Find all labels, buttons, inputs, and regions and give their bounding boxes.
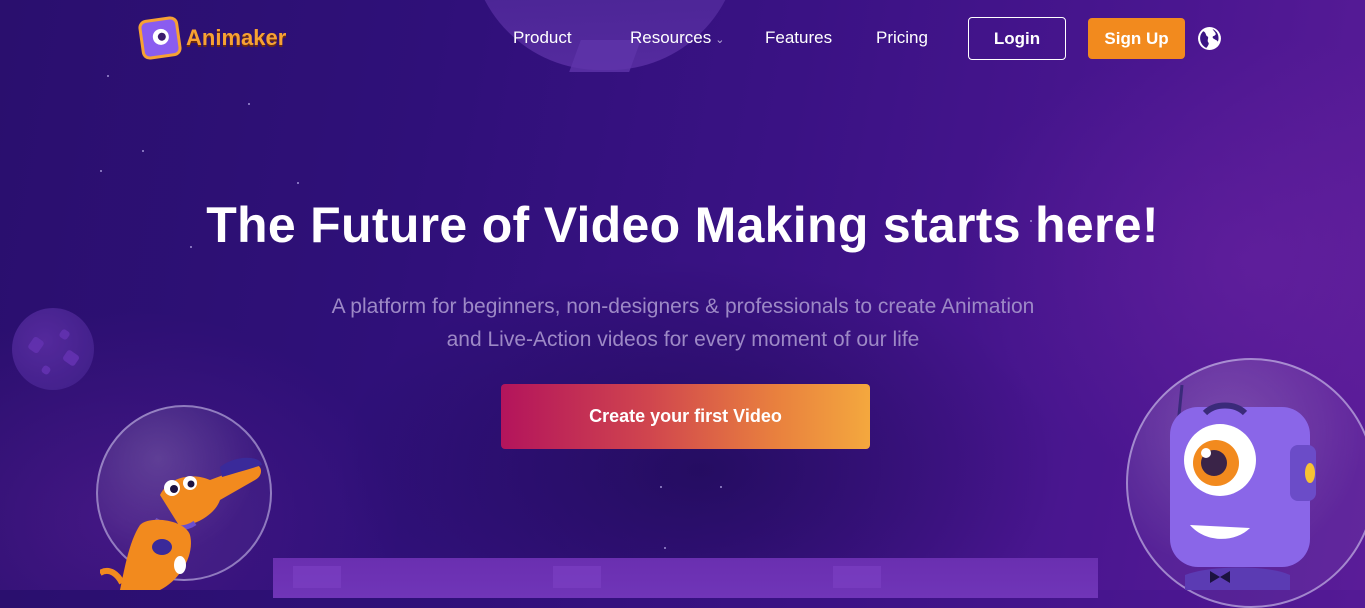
hero-subtitle-line: A platform for beginners, non-designers … <box>331 295 1035 318</box>
animaker-logo[interactable]: Animaker <box>137 15 287 61</box>
star <box>142 150 144 152</box>
logo-mascot-icon <box>137 15 183 61</box>
top-navigation: Animaker Product Resources ⌄ Features Pri… <box>0 0 1365 80</box>
star <box>720 486 722 488</box>
nav-features[interactable]: Features <box>765 28 832 48</box>
signup-button[interactable]: Sign Up <box>1088 18 1185 59</box>
nav-product[interactable]: Product <box>513 28 572 48</box>
star <box>664 547 666 549</box>
astronaut-robot-illustration <box>1160 385 1340 590</box>
nav-resources[interactable]: Resources ⌄ <box>630 28 724 48</box>
hero-subtitle: A platform for beginners, non-designers … <box>283 290 1083 356</box>
logo-text: Animaker <box>186 25 287 50</box>
nav-pricing[interactable]: Pricing <box>876 28 928 48</box>
star <box>248 103 250 105</box>
astronaut-dog-illustration <box>100 455 270 590</box>
globe-icon[interactable] <box>1197 26 1222 51</box>
nav-resources-label: Resources <box>630 28 712 47</box>
small-planet-illustration <box>12 308 94 390</box>
star <box>297 182 299 184</box>
chevron-down-icon: ⌄ <box>715 34 725 46</box>
create-video-button[interactable]: Create your first Video <box>501 384 870 449</box>
preview-panel <box>273 558 1098 598</box>
hero-subtitle-line: and Live-Action videos for every moment … <box>446 328 920 351</box>
star <box>660 486 662 488</box>
hero-title: The Future of Video Making starts here! <box>206 197 1159 253</box>
star <box>100 170 102 172</box>
login-button[interactable]: Login <box>968 17 1066 60</box>
